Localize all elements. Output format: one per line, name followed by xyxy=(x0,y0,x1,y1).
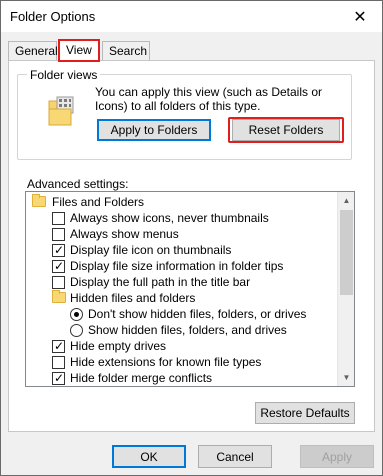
list-item-label: Display file icon on thumbnails xyxy=(70,243,232,257)
list-item[interactable]: ✓ Hide folder merge conflicts xyxy=(26,370,338,386)
checkmark-icon: ✓ xyxy=(54,339,65,353)
folder-icon xyxy=(32,194,46,207)
list-item[interactable]: Display the full path in the title bar xyxy=(26,274,338,290)
apply-button: Apply xyxy=(300,445,374,468)
reset-folders-highlight xyxy=(228,117,344,143)
list-item-label: Hide extensions for known file types xyxy=(70,355,262,369)
scroll-up-icon[interactable]: ▲ xyxy=(338,192,354,209)
tab-general[interactable]: General xyxy=(8,41,58,61)
checkbox[interactable] xyxy=(52,276,65,289)
close-icon[interactable]: ✕ xyxy=(338,1,382,32)
list-item[interactable]: ✓ Display file icon on thumbnails xyxy=(26,242,338,258)
ok-label: OK xyxy=(140,449,158,464)
list-item-label: Files and Folders xyxy=(52,195,145,209)
apply-label: Apply xyxy=(321,449,353,464)
radio[interactable] xyxy=(70,324,83,337)
window-title: Folder Options xyxy=(10,9,96,24)
folder-icon xyxy=(52,290,66,303)
list-item[interactable]: Always show menus xyxy=(26,226,338,242)
checkmark-icon: ✓ xyxy=(54,243,65,257)
restore-defaults-button[interactable]: Restore Defaults xyxy=(255,402,355,424)
checkbox[interactable] xyxy=(52,228,65,241)
list-item-label: Hide folder merge conflicts xyxy=(70,371,213,385)
advanced-settings-label: Advanced settings: xyxy=(27,177,129,191)
list-item-label: Display the full path in the title bar xyxy=(70,275,251,289)
restore-defaults-label: Restore Defaults xyxy=(260,406,350,420)
checkbox-checked[interactable]: ✓ xyxy=(52,339,65,353)
list-item-label: Always show icons, never thumbnails xyxy=(70,211,269,225)
ok-button[interactable]: OK xyxy=(112,445,186,468)
list-item-label: Show hidden files, folders, and drives xyxy=(88,323,287,337)
cancel-label: Cancel xyxy=(216,449,254,464)
checkmark-icon: ✓ xyxy=(54,259,65,273)
list-item-label: Hide empty drives xyxy=(70,339,167,353)
list-item-label: Always show menus xyxy=(70,227,179,241)
advanced-settings-list[interactable]: Files and Folders Always show icons, nev… xyxy=(25,191,355,387)
checkbox-checked[interactable]: ✓ xyxy=(52,259,65,273)
checkmark-icon: ✓ xyxy=(54,371,65,385)
apply-to-folders-label: Apply to Folders xyxy=(110,123,198,137)
list-item[interactable]: ✓ Display file size information in folde… xyxy=(26,258,338,274)
tab-view[interactable]: View xyxy=(58,39,100,62)
list-item[interactable]: Don't show hidden files, folders, or dri… xyxy=(26,306,338,322)
folder-views-description: You can apply this view (such as Details… xyxy=(95,85,323,113)
radio-selected[interactable] xyxy=(70,308,83,321)
list-item[interactable]: Always show icons, never thumbnails xyxy=(26,210,338,226)
list-item[interactable]: Show hidden files, folders, and drives xyxy=(26,322,338,338)
list-item: Files and Folders xyxy=(26,194,338,210)
tab-search[interactable]: Search xyxy=(102,41,150,61)
checkbox-checked[interactable]: ✓ xyxy=(52,243,65,257)
list-item: Hidden files and folders xyxy=(26,290,338,306)
checkbox[interactable] xyxy=(52,356,65,369)
list-item[interactable]: ✓ Hide empty drives xyxy=(26,338,338,354)
checkbox[interactable] xyxy=(52,212,65,225)
scroll-down-icon[interactable]: ▼ xyxy=(338,369,354,386)
radio-dot-icon xyxy=(74,312,79,317)
list-item[interactable]: Hide extensions for known file types xyxy=(26,354,338,370)
list-item-label: Hidden files and folders xyxy=(70,291,196,305)
title-bar: Folder Options ✕ xyxy=(1,1,382,32)
vertical-scrollbar[interactable]: ▲ ▼ xyxy=(337,192,354,386)
folder-views-label: Folder views xyxy=(27,68,101,82)
scrollbar-thumb[interactable] xyxy=(340,210,353,295)
folder-view-icon xyxy=(48,96,74,126)
checkbox-checked[interactable]: ✓ xyxy=(52,371,65,385)
folder-options-window: Folder Options ✕ General View Search Fol… xyxy=(0,0,383,476)
apply-to-folders-button[interactable]: Apply to Folders xyxy=(97,119,211,141)
list-item-label: Display file size information in folder … xyxy=(70,259,284,273)
cancel-button[interactable]: Cancel xyxy=(198,445,272,468)
list-item-label: Don't show hidden files, folders, or dri… xyxy=(88,307,307,321)
